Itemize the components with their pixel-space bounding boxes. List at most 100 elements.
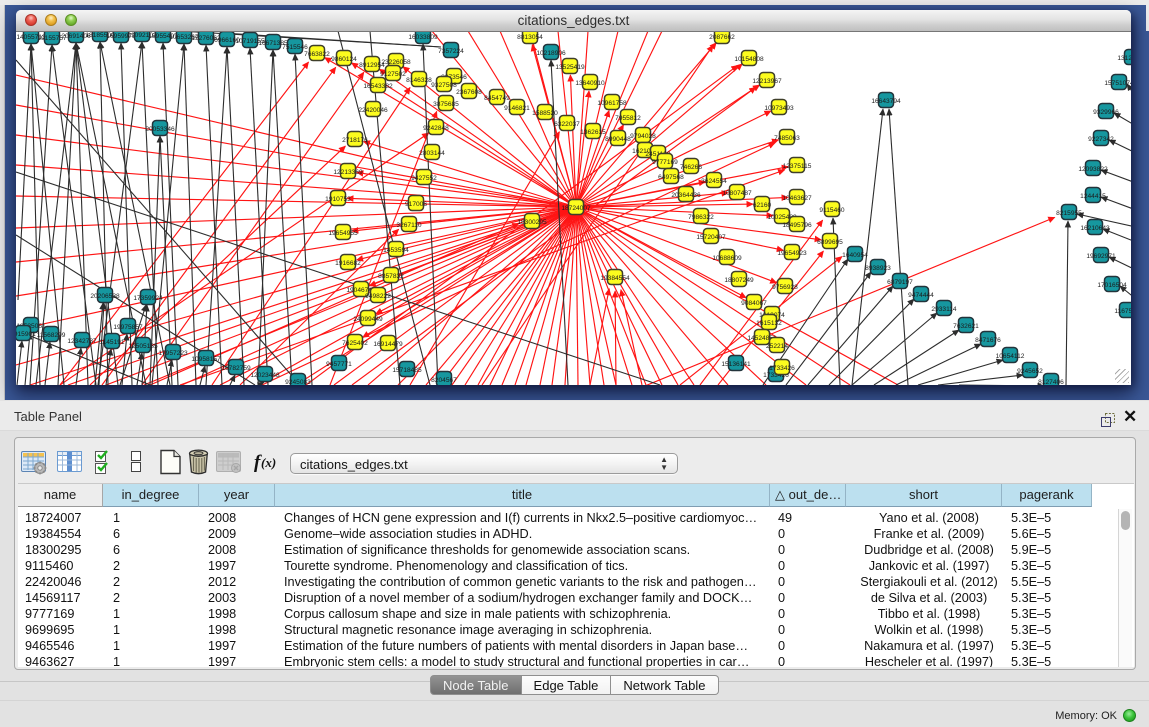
- svg-text:9115460: 9115460: [819, 207, 845, 214]
- svg-text:8146328: 8146328: [406, 77, 432, 84]
- svg-text:19692971: 19692971: [1086, 253, 1116, 260]
- svg-text:12375115: 12375115: [783, 163, 812, 170]
- svg-text:12213967: 12213967: [752, 78, 782, 85]
- svg-text:(x): (x): [261, 455, 276, 470]
- svg-text:7515546: 7515546: [282, 44, 308, 51]
- svg-text:10973493: 10973493: [764, 105, 794, 112]
- svg-text:7663822: 7663822: [304, 51, 330, 58]
- svg-text:8215955: 8215955: [1056, 210, 1082, 217]
- svg-text:7986322: 7986322: [688, 214, 714, 221]
- svg-text:8990448: 8990448: [605, 136, 631, 143]
- svg-text:1615132: 1615132: [756, 320, 782, 327]
- svg-text:3624554: 3624554: [701, 178, 727, 185]
- svg-text:10218906: 10218906: [536, 50, 566, 57]
- svg-text:7632621: 7632621: [953, 323, 979, 330]
- svg-text:7485063: 7485063: [774, 135, 800, 142]
- svg-text:9756928: 9756928: [772, 284, 798, 291]
- svg-text:1916682: 1916682: [335, 260, 361, 267]
- svg-text:10154808: 10154808: [734, 56, 764, 63]
- svg-text:10961758: 10961758: [597, 100, 627, 107]
- svg-text:15136141: 15136141: [721, 361, 751, 368]
- svg-text:13640910: 13640910: [575, 80, 605, 87]
- svg-text:7357224: 7357224: [438, 48, 464, 55]
- svg-text:252214: 252214: [766, 343, 788, 350]
- svg-text:9427552: 9427552: [411, 175, 437, 182]
- svg-text:18724007: 18724007: [561, 205, 591, 212]
- svg-text:8471676: 8471676: [975, 337, 1001, 344]
- svg-text:9457771: 9457771: [326, 361, 352, 368]
- svg-text:9777169: 9777169: [652, 159, 678, 166]
- svg-text:12023448: 12023448: [250, 372, 280, 379]
- svg-text:16033809: 16033809: [408, 34, 438, 41]
- svg-text:9227342: 9227342: [1088, 136, 1114, 143]
- svg-text:19654955: 19654955: [328, 230, 358, 237]
- svg-text:16782759: 16782759: [221, 365, 251, 372]
- svg-text:12505135: 12505135: [128, 343, 158, 350]
- svg-text:3915901: 3915901: [16, 331, 36, 338]
- svg-text:13123974: 13123974: [1117, 55, 1131, 62]
- svg-text:9329966: 9329966: [1093, 109, 1119, 116]
- svg-text:12342737: 12342737: [67, 338, 97, 345]
- svg-text:18807249: 18807249: [724, 277, 754, 284]
- svg-text:15751074: 15751074: [1104, 80, 1131, 87]
- svg-text:9245083: 9245083: [285, 379, 311, 385]
- svg-text:8204567: 8204567: [431, 377, 457, 384]
- svg-text:8127406: 8127406: [1038, 379, 1064, 385]
- svg-text:9860124: 9860124: [331, 56, 357, 63]
- svg-text:11568299: 11568299: [37, 332, 66, 339]
- svg-text:19384554: 19384554: [600, 275, 630, 282]
- svg-text:9146821: 9146821: [504, 105, 530, 112]
- svg-text:3267110: 3267110: [396, 222, 422, 229]
- svg-text:13525419: 13525419: [555, 64, 585, 71]
- svg-text:2087662: 2087662: [709, 34, 735, 41]
- svg-text:16643794: 16643794: [871, 98, 901, 105]
- svg-text:16914479: 16914479: [373, 341, 403, 348]
- svg-text:12213369: 12213369: [333, 169, 363, 176]
- svg-text:19975857: 19975857: [113, 324, 143, 331]
- svg-text:9498222: 9498222: [365, 293, 391, 300]
- svg-text:1244415: 1244415: [1080, 193, 1106, 200]
- svg-text:1145191: 1145191: [99, 339, 125, 346]
- svg-text:24099449: 24099449: [353, 316, 383, 323]
- svg-text:6497568: 6497568: [658, 174, 684, 181]
- svg-text:8454749: 8454749: [484, 95, 510, 102]
- svg-text:1910753: 1910753: [325, 196, 351, 203]
- svg-text:9794028: 9794028: [630, 133, 656, 140]
- svg-text:746266: 746266: [680, 164, 702, 171]
- svg-text:10463627: 10463627: [782, 195, 812, 202]
- svg-text:2933114: 2933114: [931, 306, 957, 313]
- svg-text:3875685: 3875685: [433, 101, 459, 108]
- svg-text:2803144: 2803144: [419, 150, 445, 157]
- svg-text:1588520: 1588520: [532, 110, 558, 117]
- svg-text:9474444: 9474444: [908, 292, 934, 299]
- svg-text:8857832: 8857832: [378, 273, 404, 280]
- svg-text:7955812: 7955812: [615, 115, 641, 122]
- svg-text:8938923: 8938923: [865, 265, 891, 272]
- svg-text:16210643: 16210643: [1080, 225, 1110, 232]
- svg-text:1167533: 1167533: [1114, 308, 1131, 315]
- svg-text:17359924: 17359924: [133, 295, 163, 302]
- svg-text:17016504: 17016504: [1097, 282, 1127, 289]
- svg-text:15718485: 15718485: [392, 367, 422, 374]
- svg-text:1733426: 1733426: [769, 365, 795, 372]
- svg-text:20206538: 20206538: [90, 293, 120, 300]
- svg-text:10958157: 10958157: [191, 356, 221, 363]
- svg-text:20053346: 20053346: [145, 126, 175, 133]
- svg-text:1640954: 1640954: [842, 252, 868, 259]
- svg-text:9242848: 9242848: [423, 125, 449, 132]
- svg-text:2367608: 2367608: [456, 89, 482, 96]
- svg-text:18495796: 18495796: [782, 222, 812, 229]
- svg-text:18300295: 18300295: [517, 219, 547, 226]
- svg-text:6879197: 6879197: [887, 279, 913, 286]
- svg-text:16543382: 16543382: [363, 83, 393, 90]
- svg-text:1362615: 1362615: [580, 129, 606, 136]
- svg-text:917006: 917006: [405, 201, 427, 208]
- svg-text:1453594: 1453594: [383, 247, 409, 254]
- svg-text:15720407: 15720407: [696, 234, 726, 241]
- svg-text:6322037: 6322037: [554, 121, 580, 128]
- svg-text:9127502: 9127502: [380, 71, 406, 78]
- svg-text:9327508: 9327508: [431, 82, 457, 89]
- svg-text:10688609: 10688609: [712, 255, 742, 262]
- svg-text:9084067: 9084067: [741, 300, 767, 307]
- svg-text:10654112: 10654112: [996, 353, 1025, 360]
